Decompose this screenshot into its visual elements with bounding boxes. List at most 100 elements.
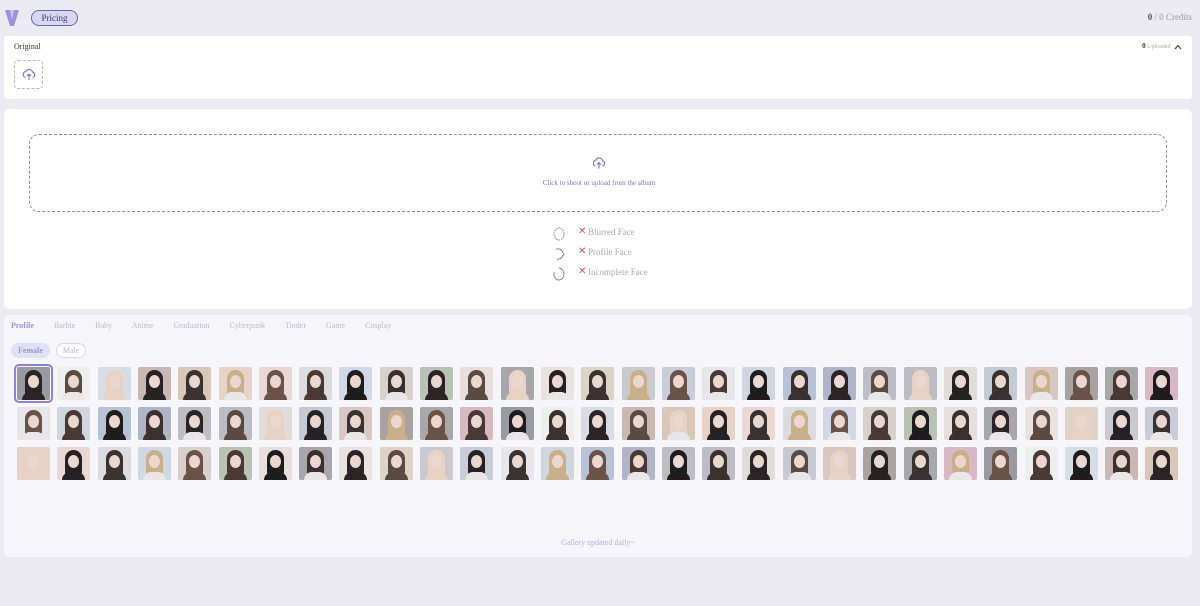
portrait-thumbnail[interactable] — [218, 407, 252, 440]
portrait-thumbnail[interactable] — [57, 407, 91, 440]
portrait-thumbnail[interactable] — [218, 447, 252, 480]
portrait-thumbnail[interactable] — [1105, 367, 1139, 400]
portrait-thumbnail[interactable] — [258, 407, 292, 440]
portrait-thumbnail[interactable] — [1105, 447, 1139, 480]
tab-cosplay[interactable]: Cosplay — [365, 321, 391, 330]
portrait-thumbnail[interactable] — [97, 447, 131, 480]
portrait-thumbnail[interactable] — [823, 367, 856, 400]
portrait-thumbnail[interactable] — [702, 447, 736, 480]
tab-anime[interactable]: Anime — [132, 321, 154, 330]
portrait-thumbnail[interactable] — [823, 447, 856, 480]
portrait-thumbnail[interactable] — [1024, 407, 1058, 440]
portrait-thumbnail[interactable] — [500, 407, 534, 440]
portrait-thumbnail[interactable] — [984, 367, 1018, 400]
tab-profile[interactable]: Profile — [11, 321, 34, 330]
portrait-thumbnail[interactable] — [460, 447, 494, 480]
portrait-thumbnail[interactable] — [379, 367, 413, 400]
portrait-thumbnail[interactable] — [1024, 447, 1058, 480]
portrait-thumbnail[interactable] — [823, 407, 856, 440]
portrait-thumbnail[interactable] — [702, 367, 736, 400]
portrait-thumbnail[interactable] — [943, 367, 977, 400]
tab-tinder[interactable]: Tinder — [285, 321, 306, 330]
portrait-thumbnail[interactable] — [299, 367, 333, 400]
portrait-thumbnail[interactable] — [661, 447, 695, 480]
portrait-thumbnail[interactable] — [782, 447, 816, 480]
portrait-thumbnail[interactable] — [420, 407, 453, 440]
logo-icon[interactable] — [4, 9, 20, 27]
portrait-thumbnail[interactable] — [742, 447, 776, 480]
upload-dropzone[interactable]: Click to shoot or upload from the album — [29, 134, 1167, 212]
portrait-thumbnail[interactable] — [1024, 367, 1058, 400]
portrait-thumbnail[interactable] — [178, 367, 212, 400]
portrait-thumbnail[interactable] — [863, 367, 897, 400]
portrait-thumbnail[interactable] — [178, 447, 212, 480]
portrait-thumbnail[interactable] — [661, 407, 695, 440]
portrait-thumbnail[interactable] — [14, 364, 53, 403]
portrait-thumbnail[interactable] — [178, 407, 212, 440]
portrait-thumbnail[interactable] — [903, 407, 937, 440]
portrait-thumbnail[interactable] — [863, 447, 897, 480]
portrait-thumbnail[interactable] — [17, 407, 50, 440]
portrait-thumbnail[interactable] — [782, 367, 816, 400]
portrait-thumbnail[interactable] — [621, 447, 655, 480]
portrait-thumbnail[interactable] — [137, 447, 171, 480]
portrait-thumbnail[interactable] — [943, 407, 977, 440]
portrait-thumbnail[interactable] — [984, 447, 1018, 480]
portrait-thumbnail[interactable] — [137, 407, 171, 440]
portrait-thumbnail[interactable] — [1145, 447, 1179, 480]
portrait-thumbnail[interactable] — [339, 407, 373, 440]
portrait-thumbnail[interactable] — [339, 367, 373, 400]
portrait-thumbnail[interactable] — [702, 407, 736, 440]
tab-graduation[interactable]: Graduation — [174, 321, 210, 330]
portrait-thumbnail[interactable] — [540, 407, 574, 440]
portrait-thumbnail[interactable] — [581, 447, 615, 480]
portrait-thumbnail[interactable] — [379, 407, 413, 440]
portrait-thumbnail[interactable] — [17, 447, 50, 480]
portrait-thumbnail[interactable] — [540, 367, 574, 400]
portrait-thumbnail[interactable] — [57, 447, 91, 480]
gender-male-button[interactable]: Male — [55, 343, 87, 358]
tab-cyberpunk[interactable]: Cyberpunk — [230, 321, 266, 330]
portrait-thumbnail[interactable] — [299, 447, 333, 480]
portrait-thumbnail[interactable] — [1064, 407, 1098, 440]
portrait-thumbnail[interactable] — [621, 407, 655, 440]
chevron-up-icon[interactable] — [1174, 44, 1182, 50]
portrait-thumbnail[interactable] — [379, 447, 413, 480]
portrait-thumbnail[interactable] — [420, 367, 453, 400]
portrait-thumbnail[interactable] — [500, 367, 534, 400]
portrait-thumbnail[interactable] — [97, 407, 131, 440]
portrait-thumbnail[interactable] — [1064, 367, 1098, 400]
portrait-thumbnail[interactable] — [460, 407, 494, 440]
portrait-thumbnail[interactable] — [863, 407, 897, 440]
portrait-thumbnail[interactable] — [137, 367, 171, 400]
portrait-thumbnail[interactable] — [258, 447, 292, 480]
portrait-thumbnail[interactable] — [57, 367, 91, 400]
portrait-thumbnail[interactable] — [97, 367, 131, 400]
portrait-thumbnail[interactable] — [339, 447, 373, 480]
portrait-thumbnail[interactable] — [1145, 367, 1179, 400]
portrait-thumbnail[interactable] — [742, 367, 776, 400]
portrait-thumbnail[interactable] — [903, 367, 937, 400]
portrait-thumbnail[interactable] — [218, 367, 252, 400]
portrait-thumbnail[interactable] — [258, 367, 292, 400]
portrait-thumbnail[interactable] — [782, 407, 816, 440]
portrait-thumbnail[interactable] — [1105, 407, 1139, 440]
portrait-thumbnail[interactable] — [984, 407, 1018, 440]
portrait-thumbnail[interactable] — [581, 367, 615, 400]
portrait-thumbnail[interactable] — [903, 447, 937, 480]
portrait-thumbnail[interactable] — [420, 447, 453, 480]
portrait-thumbnail[interactable] — [500, 447, 534, 480]
original-upload-button[interactable] — [14, 60, 43, 89]
portrait-thumbnail[interactable] — [943, 447, 977, 480]
portrait-thumbnail[interactable] — [661, 367, 695, 400]
portrait-thumbnail[interactable] — [581, 407, 615, 440]
portrait-thumbnail[interactable] — [460, 367, 494, 400]
tab-game[interactable]: Game — [326, 321, 345, 330]
tab-baby[interactable]: Baby — [95, 321, 112, 330]
pricing-button[interactable]: Pricing — [31, 10, 78, 26]
tab-barbie[interactable]: Barbie — [54, 321, 75, 330]
portrait-thumbnail[interactable] — [299, 407, 333, 440]
portrait-thumbnail[interactable] — [540, 447, 574, 480]
gender-female-button[interactable]: Female — [11, 343, 50, 358]
portrait-thumbnail[interactable] — [1064, 447, 1098, 480]
